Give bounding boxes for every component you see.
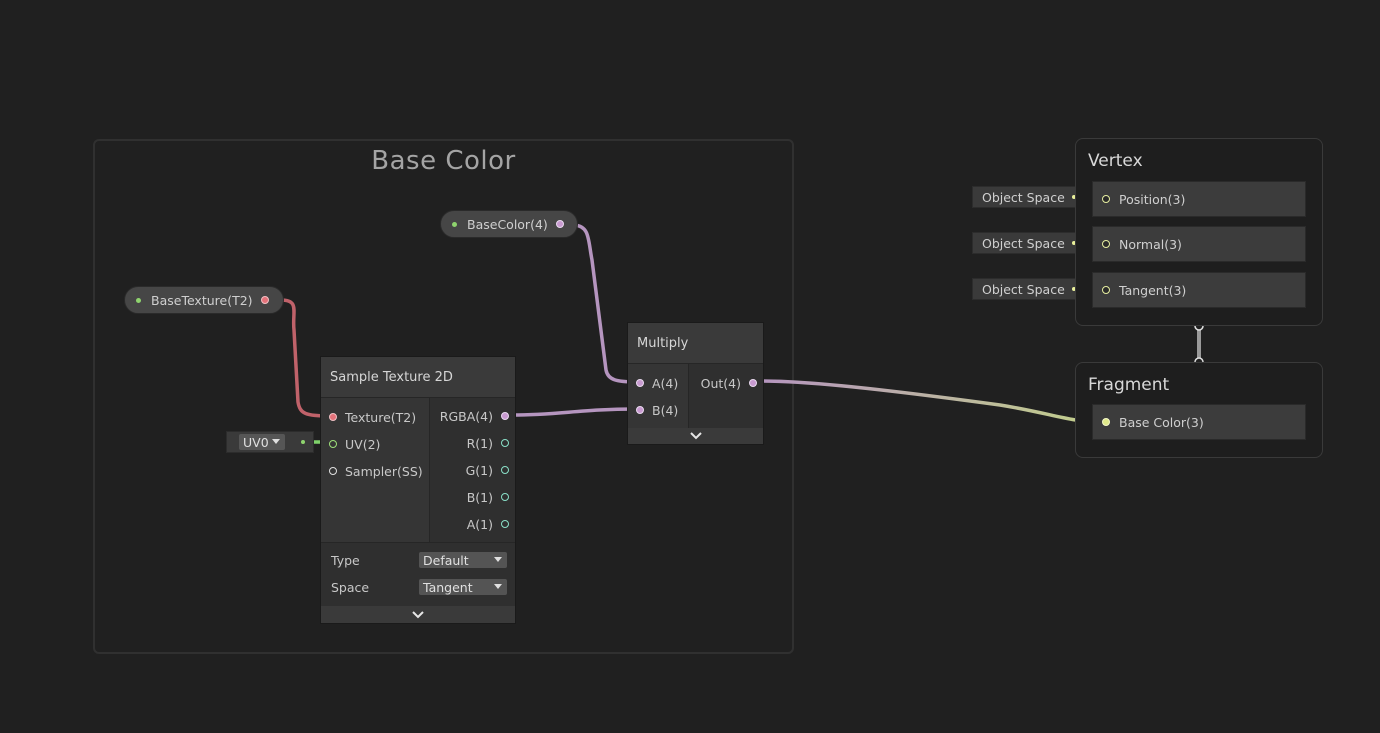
context-title: Vertex	[1088, 151, 1143, 171]
property-label: BaseTexture(T2)	[151, 292, 253, 308]
output-out[interactable]: Out(4)	[701, 375, 757, 391]
port-label: RGBA(4)	[439, 408, 493, 424]
input-texture[interactable]: Texture(T2)	[329, 409, 416, 425]
output-a[interactable]: A(1)	[467, 516, 509, 532]
port-label: Out(4)	[700, 375, 741, 391]
uv-channel-dropdown[interactable]: UV0	[239, 434, 285, 450]
vertex-tangent-space-input[interactable]: Object Space	[972, 278, 1086, 300]
input-port-icon[interactable]	[1102, 286, 1110, 294]
type-dropdown[interactable]: Default	[419, 552, 507, 568]
block-label: Tangent(3)	[1119, 282, 1187, 298]
green-dot-icon	[301, 440, 305, 444]
block-base-color[interactable]: Base Color(3)	[1092, 404, 1306, 440]
space-value: Object Space	[982, 189, 1065, 205]
port-label: A(4)	[652, 375, 679, 391]
node-sample-texture-2d[interactable]: Sample Texture 2D Texture(T2) UV(2) Samp…	[320, 356, 516, 624]
vertex-normal-space-input[interactable]: Object Space	[972, 232, 1086, 254]
input-b[interactable]: B(4)	[636, 402, 678, 418]
output-port-icon[interactable]	[501, 466, 509, 474]
output-port-icon[interactable]	[501, 412, 509, 420]
property-node-basecolor[interactable]: BaseColor(4)	[440, 210, 578, 238]
wire-out-to-basecolor	[759, 379, 1101, 424]
type-label: Type	[331, 553, 360, 568]
input-port-icon[interactable]	[329, 467, 337, 475]
output-g[interactable]: G(1)	[466, 462, 509, 478]
block-label: Normal(3)	[1119, 236, 1182, 252]
space-dropdown[interactable]: Tangent	[419, 579, 507, 595]
input-port-icon[interactable]	[1102, 418, 1110, 426]
input-port-icon[interactable]	[1102, 195, 1110, 203]
property-label: BaseColor(4)	[467, 216, 548, 232]
output-port-icon[interactable]	[501, 520, 509, 528]
property-node-basetexture[interactable]: BaseTexture(T2)	[124, 286, 284, 314]
node-title[interactable]: Multiply	[628, 323, 763, 364]
node-title[interactable]: Sample Texture 2D	[321, 357, 515, 398]
divider	[321, 542, 515, 543]
output-port-icon[interactable]	[260, 296, 269, 304]
port-label: B(1)	[466, 489, 493, 505]
input-port-icon[interactable]	[636, 406, 644, 414]
context-vertex[interactable]: Vertex Position(3) Normal(3) Tangent(3)	[1075, 138, 1323, 326]
uv-inline-input[interactable]: UV0	[226, 431, 314, 453]
port-label: B(4)	[652, 402, 679, 418]
block-label: Base Color(3)	[1119, 414, 1204, 430]
block-normal[interactable]: Normal(3)	[1092, 226, 1306, 262]
divider	[429, 398, 430, 542]
chevron-down-icon	[412, 610, 424, 618]
input-port-icon[interactable]	[636, 379, 644, 387]
collapse-button[interactable]	[321, 606, 515, 623]
block-tangent[interactable]: Tangent(3)	[1092, 272, 1306, 308]
dropdown-caret-icon	[494, 584, 502, 589]
vertex-position-space-input[interactable]: Object Space	[972, 186, 1086, 208]
space-value: Tangent	[423, 579, 473, 595]
input-sampler[interactable]: Sampler(SS)	[329, 463, 423, 479]
output-port-icon[interactable]	[749, 379, 757, 387]
input-port-icon[interactable]	[329, 440, 337, 448]
output-rgba[interactable]: RGBA(4)	[440, 408, 509, 424]
green-dot-icon	[136, 297, 141, 303]
uv-channel-value: UV0	[243, 434, 269, 450]
output-port-icon[interactable]	[501, 439, 509, 447]
block-label: Position(3)	[1119, 191, 1186, 207]
input-uv[interactable]: UV(2)	[329, 436, 380, 452]
space-value: Object Space	[982, 281, 1065, 297]
port-label: Sampler(SS)	[345, 463, 423, 479]
output-port-icon[interactable]	[501, 493, 509, 501]
collapse-button[interactable]	[628, 428, 763, 444]
chevron-down-icon	[689, 432, 702, 440]
context-fragment[interactable]: Fragment Base Color(3)	[1075, 362, 1323, 458]
output-b[interactable]: B(1)	[467, 489, 509, 505]
output-r[interactable]: R(1)	[467, 435, 509, 451]
block-position[interactable]: Position(3)	[1092, 181, 1306, 217]
port-label: G(1)	[465, 462, 493, 478]
type-value: Default	[423, 552, 469, 568]
context-title: Fragment	[1088, 375, 1170, 395]
output-port-icon[interactable]	[555, 220, 564, 228]
node-multiply[interactable]: Multiply A(4) B(4) Out(4)	[627, 322, 764, 445]
port-label: R(1)	[466, 435, 493, 451]
divider	[688, 364, 689, 428]
group-title[interactable]: Base Color	[95, 146, 792, 176]
input-port-icon[interactable]	[329, 413, 337, 421]
input-port-icon[interactable]	[1102, 240, 1110, 248]
port-label: A(1)	[466, 516, 493, 532]
space-value: Object Space	[982, 235, 1065, 251]
green-dot-icon	[452, 221, 457, 227]
port-label: UV(2)	[345, 436, 381, 452]
dropdown-caret-icon	[272, 439, 280, 444]
space-label: Space	[331, 580, 370, 595]
port-label: Texture(T2)	[345, 409, 417, 425]
dropdown-caret-icon	[494, 557, 502, 562]
input-column	[628, 364, 688, 428]
input-a[interactable]: A(4)	[636, 375, 678, 391]
